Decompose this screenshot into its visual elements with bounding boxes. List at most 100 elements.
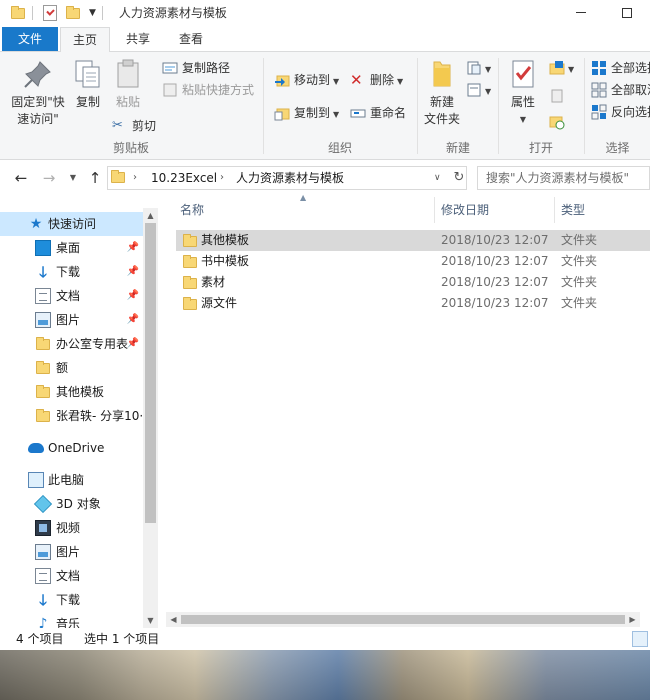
copy-to-icon	[274, 105, 290, 121]
properties-button[interactable]: 属性 ▼	[505, 58, 541, 128]
breadcrumb-item[interactable]: 人力资源素材与模板	[236, 167, 344, 189]
divider	[101, 5, 103, 20]
column-divider[interactable]	[554, 197, 555, 223]
search-input[interactable]	[478, 167, 649, 189]
breadcrumb-item[interactable]: 10.23Excel	[151, 167, 217, 189]
sidebar-item-other-templates[interactable]: 其他模板	[0, 380, 143, 404]
select-all-button[interactable]: 全部选择	[589, 58, 650, 78]
selection-count: 选中 1 个项目	[84, 632, 160, 646]
paste-shortcut-label: 粘贴快捷方式	[182, 83, 255, 97]
history-button[interactable]	[547, 112, 565, 132]
cut-button[interactable]: ✂ 剪切	[110, 116, 156, 136]
sidebar-item-downloads[interactable]: 🡓 下载 📌	[0, 260, 143, 284]
table-row[interactable]: 素材 2018/10/23 12:07 文件夹	[176, 272, 650, 293]
easy-access-button[interactable]: ▼	[464, 80, 491, 100]
sidebar-item-onedrive[interactable]: OneDrive	[0, 436, 143, 460]
picture-icon	[35, 544, 51, 560]
sidebar-item-pc-documents[interactable]: 文档	[0, 564, 143, 588]
column-header-name[interactable]: 名称	[180, 195, 204, 225]
scroll-left-arrow-icon[interactable]: ◀	[166, 612, 181, 627]
sidebar-item-share-folder[interactable]: 张君轶- 分享10·	[0, 404, 143, 428]
invert-selection-button[interactable]: 反向选择	[589, 102, 650, 122]
pin-icon[interactable]: 📌	[127, 332, 139, 356]
horizontal-scrollbar[interactable]: ◀ ▶	[166, 612, 640, 627]
new-folder-quick-icon[interactable]	[65, 5, 81, 21]
pin-icon[interactable]: 📌	[127, 308, 139, 332]
copy-to-button[interactable]: 复制到 ▼	[272, 103, 339, 123]
paste-shortcut-button[interactable]: 粘贴快捷方式	[160, 80, 254, 100]
tab-home[interactable]: 主页	[60, 27, 110, 53]
refresh-icon[interactable]: ↻	[450, 167, 468, 189]
properties-quick-icon[interactable]	[43, 4, 57, 21]
edit-button[interactable]	[547, 86, 565, 106]
copy-path-button[interactable]: 复制路径	[160, 58, 230, 78]
tab-file[interactable]: 文件	[2, 27, 58, 51]
sidebar-item-e[interactable]: 额	[0, 356, 143, 380]
sidebar-item-pc-downloads[interactable]: 🡓 下载	[0, 588, 143, 612]
back-arrow-icon[interactable]: ←	[12, 169, 30, 187]
pin-to-quick-access-button[interactable]: 固定到"快 速访问"	[6, 58, 70, 128]
scroll-right-arrow-icon[interactable]: ▶	[625, 612, 640, 627]
file-type: 文件夹	[561, 233, 598, 247]
forward-arrow-icon[interactable]: →	[40, 169, 58, 187]
sidebar-item-videos[interactable]: 视频	[0, 516, 143, 540]
copy-button[interactable]: 复制	[72, 58, 104, 111]
music-icon: ♪	[38, 616, 48, 628]
sidebar-item-pictures[interactable]: 图片 📌	[0, 308, 143, 332]
sort-ascending-icon: ▲	[300, 193, 307, 202]
folder-icon	[35, 360, 51, 376]
table-row[interactable]: 源文件 2018/10/23 12:07 文件夹	[176, 293, 650, 314]
sidebar-item-3d-objects[interactable]: 3D 对象	[0, 492, 143, 516]
pin-icon[interactable]: 📌	[127, 284, 139, 308]
pin-icon[interactable]: 📌	[127, 236, 139, 260]
tab-share[interactable]: 共享	[115, 27, 161, 52]
minimize-button[interactable]	[558, 0, 604, 25]
move-to-button[interactable]: 移动到 ▼	[272, 70, 339, 90]
scroll-up-arrow-icon[interactable]: ▲	[143, 208, 158, 223]
navigation-bar: ← → ▼ ↑ › 10.23Excel › 人力资源素材与模板 ∨ ↻	[0, 161, 650, 195]
column-divider[interactable]	[434, 197, 435, 223]
file-type: 文件夹	[561, 254, 598, 268]
paste-button[interactable]: 粘贴	[110, 58, 146, 111]
pin-icon[interactable]: 📌	[127, 260, 139, 284]
sidebar-scrollbar[interactable]: ▲ ▼	[143, 208, 158, 628]
select-group: 全部选择 全部取消 反向选择 选择	[585, 52, 650, 160]
recent-locations-chevron-icon[interactable]: ▼	[64, 169, 82, 187]
column-header-date[interactable]: 修改日期	[441, 195, 489, 225]
item-count: 4 个项目	[16, 632, 64, 646]
move-to-icon	[274, 72, 290, 88]
details-view-icon[interactable]	[632, 631, 648, 647]
delete-button[interactable]: ✕ 删除 ▼	[348, 70, 403, 90]
search-box[interactable]	[477, 166, 650, 190]
sidebar-item-pc-pictures[interactable]: 图片	[0, 540, 143, 564]
sidebar-item-office-tables[interactable]: 办公室专用表 📌	[0, 332, 143, 356]
sidebar-item-label: 张君轶- 分享10·	[56, 409, 143, 423]
maximize-button[interactable]	[604, 0, 650, 25]
tab-view[interactable]: 查看	[168, 27, 214, 52]
select-none-button[interactable]: 全部取消	[589, 80, 650, 100]
pin-label-line1: 固定到"快	[11, 95, 65, 109]
column-header-type[interactable]: 类型	[561, 195, 585, 225]
table-row[interactable]: 其他模板 2018/10/23 12:07 文件夹	[176, 230, 650, 251]
sidebar-item-this-pc[interactable]: 此电脑	[0, 468, 143, 492]
new-item-button[interactable]: ▼	[464, 58, 491, 78]
new-folder-button[interactable]: 新建 文件夹	[420, 58, 464, 128]
sidebar-item-documents[interactable]: 文档 📌	[0, 284, 143, 308]
quick-access-dropdown-icon[interactable]: ▼	[89, 8, 96, 18]
file-date: 2018/10/23 12:07	[441, 233, 549, 247]
ribbon: 固定到"快 速访问" 复制 粘贴 复制路径 粘贴快捷方式 ✂ 剪切 剪贴板 移动…	[0, 52, 650, 160]
scrollbar-thumb[interactable]	[145, 223, 156, 523]
sidebar-item-music[interactable]: ♪ 音乐	[0, 612, 143, 628]
chevron-down-icon[interactable]: ∨	[434, 167, 441, 189]
address-bar[interactable]: › 10.23Excel › 人力资源素材与模板 ∨ ↻	[107, 166, 467, 190]
scroll-down-arrow-icon[interactable]: ▼	[143, 613, 158, 628]
scrollbar-thumb[interactable]	[181, 615, 625, 624]
up-arrow-icon[interactable]: ↑	[86, 169, 104, 187]
table-row[interactable]: 书中模板 2018/10/23 12:07 文件夹	[176, 251, 650, 272]
sidebar-item-quick-access[interactable]: ★ 快速访问	[0, 212, 143, 236]
folder-icon	[10, 5, 26, 21]
open-button[interactable]: ▼	[547, 58, 574, 78]
rename-button[interactable]: 重命名	[348, 103, 406, 123]
open-folder-icon	[549, 60, 565, 76]
sidebar-item-desktop[interactable]: 桌面 📌	[0, 236, 143, 260]
